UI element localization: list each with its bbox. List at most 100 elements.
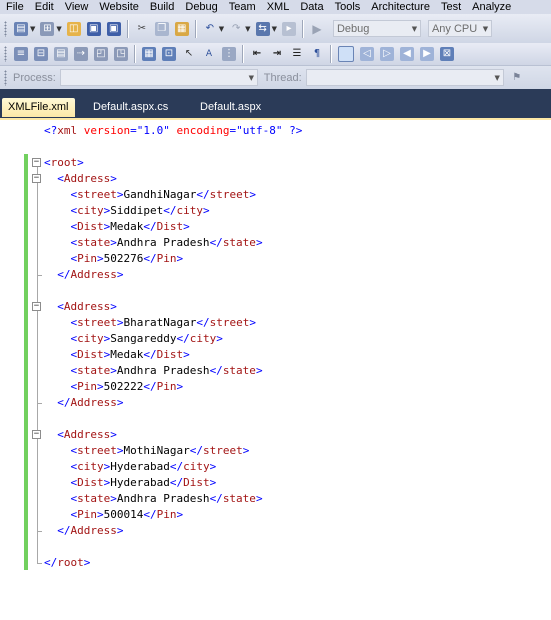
menu-team[interactable]: Team [223,0,261,14]
debug-xslt-icon[interactable]: ⇢ [74,47,88,61]
format-icon[interactable]: ⋮ [222,47,236,61]
xml-pi-name: xml [57,124,78,137]
menu-tools[interactable]: Tools [329,0,366,14]
xml-editor-toolbar: ≡ ⊟ ▤ ⇢ ◰ ◳ ▦ ⊡ ↖ A ⋮ ⇤ ⇥ ☰ ¶ ◁ ▷ ◀ ▶ ⊠ [0,43,551,66]
xml-tag-name: city [77,204,104,217]
code-token: </ [176,332,190,345]
create-schema-icon[interactable]: ◰ [94,47,108,61]
menu-edit[interactable]: Edit [29,0,59,14]
bookmark-icon[interactable] [338,46,354,62]
toolbar-grip[interactable] [4,69,7,86]
menu-data[interactable]: Data [294,0,328,14]
xml-attribute-name: encoding [176,124,230,137]
code-token: > [202,204,210,217]
code-token: </ [57,268,71,281]
menu-website[interactable]: Website [93,0,144,14]
save-all-icon[interactable]: ▣ [106,21,121,36]
xml-tag-name: state [77,492,111,505]
spelling-icon[interactable]: A [202,47,216,61]
start-debugging-icon[interactable]: ▶ [310,22,324,36]
chevron-down-icon[interactable]: ▼ [56,25,61,33]
chevron-down-icon[interactable]: ▼ [409,21,420,36]
class-view-icon[interactable]: ▦ [142,47,156,61]
code-token: > [249,316,256,329]
code-token: </ [143,380,157,393]
code-token: > [116,524,124,537]
xml-text-value: Andhra Pradesh [116,236,210,249]
tab-default-aspx[interactable]: Default.aspx [194,98,267,117]
solution-configuration-select[interactable]: Debug ▼ [332,20,421,37]
code-token: > [249,188,256,201]
next-bookmark-icon[interactable]: ▷ [380,47,394,61]
flag-threads-icon[interactable]: ⚑ [510,71,524,85]
code-token: < [57,428,64,441]
tab-default-aspx-cs[interactable]: Default.aspx.cs [87,98,174,117]
menu-xml[interactable]: XML [261,0,295,14]
code-line: </Address> [57,267,123,283]
menu-architecture[interactable]: Architecture [365,0,435,14]
undo-icon[interactable]: ↶ [203,22,217,36]
chevron-down-icon[interactable]: ▼ [492,70,503,85]
xml-tag-name: street [209,316,250,329]
chevron-down-icon[interactable]: ▼ [246,70,257,85]
code-line: <Address> [57,171,117,187]
solution-platform-select[interactable]: Any CPU ▼ [427,20,492,37]
add-item-icon[interactable]: ⊞ [40,21,55,36]
xslt-icon[interactable]: ⊟ [34,47,48,61]
prev-bookmark-icon[interactable]: ◁ [360,47,374,61]
show-output-icon[interactable]: ▤ [54,47,68,61]
process-label: Process: [13,71,56,84]
toolbar-grip[interactable] [4,20,7,37]
menu-build[interactable]: Build [144,0,179,14]
chevron-down-icon[interactable]: ▼ [480,21,491,36]
new-project-icon[interactable]: ▤ [14,21,28,36]
xml-tag-name: Address [70,268,117,281]
process-select[interactable]: ▼ [59,69,258,86]
increase-indent-icon[interactable]: ⇥ [270,47,284,61]
redo-icon[interactable]: ↷ [229,22,243,36]
save-icon[interactable]: ▣ [86,21,101,36]
collapse-root-icon[interactable]: − [32,158,41,167]
menu-analyze[interactable]: Analyze [466,0,516,14]
comment-icon[interactable]: ☰ [290,47,304,61]
xml-code-editor[interactable]: − − − − <?xml version="1.0" encoding="ut… [0,120,551,620]
next-bookmark-folder-icon[interactable]: ▶ [420,47,434,61]
xml-tag-name: state [222,236,256,249]
code-token: </ [57,396,71,409]
xml-tools-icon[interactable]: ◳ [114,47,128,61]
open-file-icon[interactable]: ◫ [66,21,81,36]
code-line: <city>Hyderabad</city> [70,459,216,475]
prev-bookmark-folder-icon[interactable]: ◀ [400,47,414,61]
cut-icon[interactable]: ✂ [135,22,149,36]
chevron-down-icon[interactable]: ▼ [272,25,277,33]
toolbar-grip[interactable] [4,46,7,62]
schemas-icon[interactable]: ≡ [14,47,28,61]
collapse-address-icon[interactable]: − [32,430,41,439]
pointer-icon[interactable]: ↖ [182,47,196,61]
forward-icon[interactable]: ▸ [281,21,296,36]
menu-view[interactable]: View [59,0,94,14]
chevron-down-icon[interactable]: ▼ [219,25,224,33]
navigate-icon[interactable]: ⇆ [255,21,270,36]
clear-bookmarks-icon[interactable]: ⊠ [440,47,454,61]
menu-test[interactable]: Test [435,0,466,14]
xml-attribute-name: version [83,124,131,137]
xml-tag-name: street [77,188,117,201]
collapse-address-icon[interactable]: − [32,302,41,311]
copy-icon[interactable]: ❐ [154,21,169,36]
code-token: </ [57,524,71,537]
tab-xmlfile-xml[interactable]: XMLFile.xml [2,98,75,117]
xml-tag-name: city [77,460,104,473]
object-browser-icon[interactable]: ⊡ [162,47,176,61]
collapse-address-icon[interactable]: − [32,174,41,183]
uncomment-icon[interactable]: ¶ [310,47,324,61]
chevron-down-icon[interactable]: ▼ [30,25,35,33]
code-token: > [176,508,184,521]
chevron-down-icon[interactable]: ▼ [245,25,250,33]
decrease-indent-icon[interactable]: ⇤ [250,47,264,61]
menu-debug[interactable]: Debug [179,0,222,14]
menu-file[interactable]: File [0,0,29,14]
xml-text-value: 502276 [103,252,144,265]
paste-icon[interactable]: ▦ [174,21,189,36]
thread-select[interactable]: ▼ [305,69,504,86]
